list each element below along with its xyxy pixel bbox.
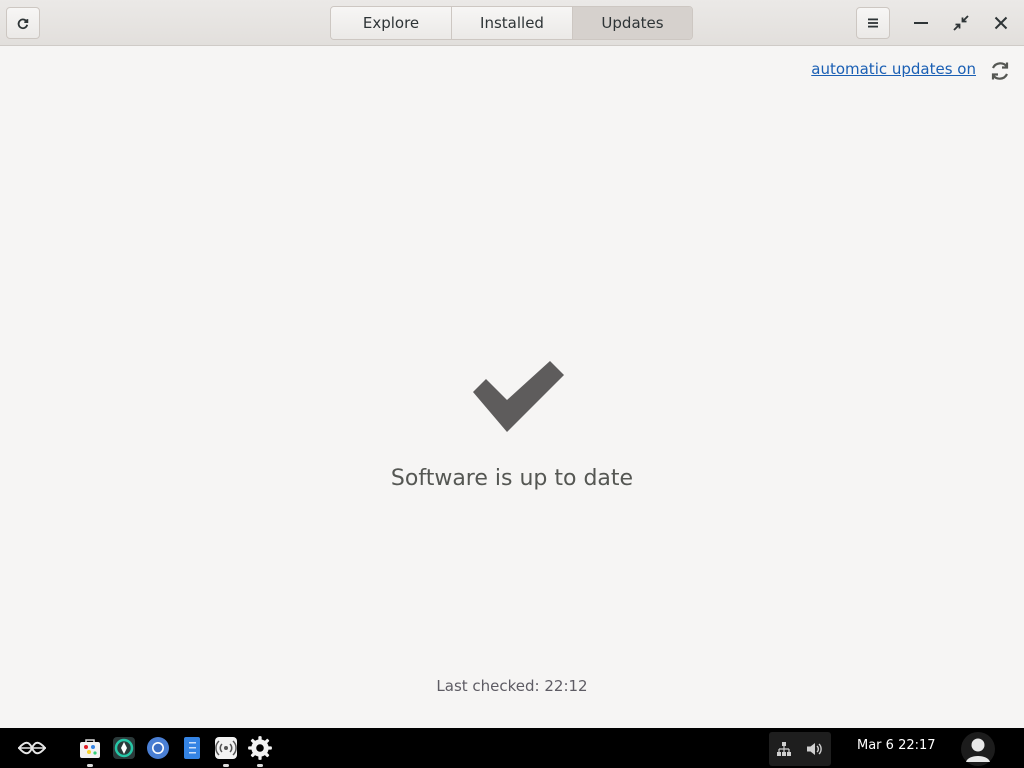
hotspot-icon <box>215 737 237 759</box>
taskbar-app-chromium[interactable] <box>142 732 174 764</box>
launcher-button[interactable] <box>16 732 48 764</box>
flathub-icon <box>113 737 135 759</box>
chromium-icon <box>147 737 169 759</box>
sync-status <box>987 58 1013 84</box>
tab-updates[interactable]: Updates <box>573 7 692 39</box>
user-menu[interactable] <box>960 731 996 767</box>
tab-explore[interactable]: Explore <box>331 7 452 39</box>
system-tray[interactable] <box>769 732 831 766</box>
close-icon <box>994 16 1008 30</box>
software-window: Explore Installed Updates automatic upda… <box>0 0 1024 728</box>
user-avatar-icon <box>961 732 995 766</box>
hamburger-menu-icon <box>868 18 878 28</box>
settings-gear-icon <box>248 736 272 760</box>
close-button[interactable] <box>987 9 1015 37</box>
last-checked-label: Last checked: 22:12 <box>436 677 588 695</box>
restore-button[interactable] <box>947 9 975 37</box>
tab-installed[interactable]: Installed <box>452 7 573 39</box>
launcher-icon <box>18 741 46 755</box>
taskbar-app-settings[interactable] <box>244 732 276 767</box>
running-indicator <box>257 764 263 767</box>
volume-icon[interactable] <box>806 741 824 757</box>
refresh-button[interactable] <box>6 7 40 39</box>
running-indicator <box>223 764 229 767</box>
taskbar: Mar 6 22:17 <box>0 728 1024 768</box>
taskbar-app-flathub[interactable] <box>108 732 140 764</box>
restore-icon <box>953 15 969 31</box>
running-indicator <box>87 764 93 767</box>
minimize-icon <box>914 22 928 24</box>
taskbar-app-software[interactable] <box>74 732 106 767</box>
checkmark-icon <box>473 361 564 432</box>
automatic-updates-link[interactable]: automatic updates on <box>811 60 976 78</box>
network-icon[interactable] <box>776 741 792 757</box>
software-store-icon <box>80 739 100 758</box>
taskbar-app-notes[interactable] <box>176 732 208 764</box>
minimize-button[interactable] <box>907 9 935 37</box>
status-title: Software is up to date <box>390 466 634 491</box>
notes-icon <box>184 737 200 759</box>
clock[interactable]: Mar 6 22:17 <box>857 738 936 753</box>
header-bar: Explore Installed Updates <box>0 0 1024 46</box>
view-switcher: Explore Installed Updates <box>330 6 693 40</box>
main-menu-button[interactable] <box>856 7 890 39</box>
refresh-icon <box>17 18 29 29</box>
sync-icon <box>991 62 1009 80</box>
taskbar-app-hotspot[interactable] <box>210 732 242 767</box>
